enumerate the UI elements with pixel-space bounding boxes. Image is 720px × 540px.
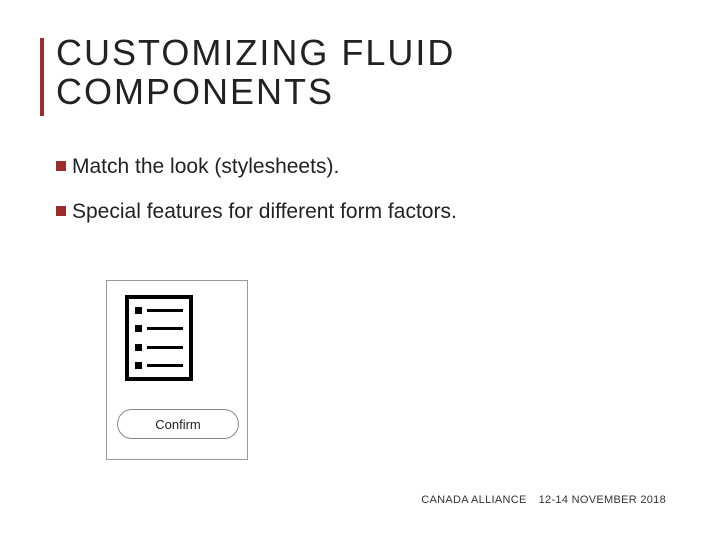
bullet-icon — [56, 206, 66, 216]
slide: CUSTOMIZING FLUID COMPONENTS Match the l… — [0, 0, 720, 540]
list-icon-row — [135, 362, 183, 369]
accent-bar — [40, 38, 44, 116]
footer: CANADA ALLIANCE 12-14 NOVEMBER 2018 — [421, 494, 666, 506]
confirm-button[interactable]: Confirm — [117, 409, 239, 439]
bullet-text: Match the look (stylesheets). — [72, 152, 339, 181]
page-title: CUSTOMIZING FLUID COMPONENTS — [40, 34, 720, 112]
footer-date: 12-14 NOVEMBER 2018 — [539, 494, 666, 506]
mockup-panel: Confirm — [106, 280, 248, 460]
list-icon-row — [135, 325, 183, 332]
bullet-list: Match the look (stylesheets). Special fe… — [56, 152, 660, 243]
list-icon-row — [135, 307, 183, 314]
footer-org: CANADA ALLIANCE — [421, 494, 526, 506]
title-block: CUSTOMIZING FLUID COMPONENTS — [40, 34, 720, 112]
bullet-text: Special features for different form fact… — [72, 197, 457, 226]
list-icon-row — [135, 344, 183, 351]
list-icon — [125, 295, 193, 381]
bullet-item: Special features for different form fact… — [56, 197, 660, 226]
bullet-icon — [56, 161, 66, 171]
bullet-item: Match the look (stylesheets). — [56, 152, 660, 181]
